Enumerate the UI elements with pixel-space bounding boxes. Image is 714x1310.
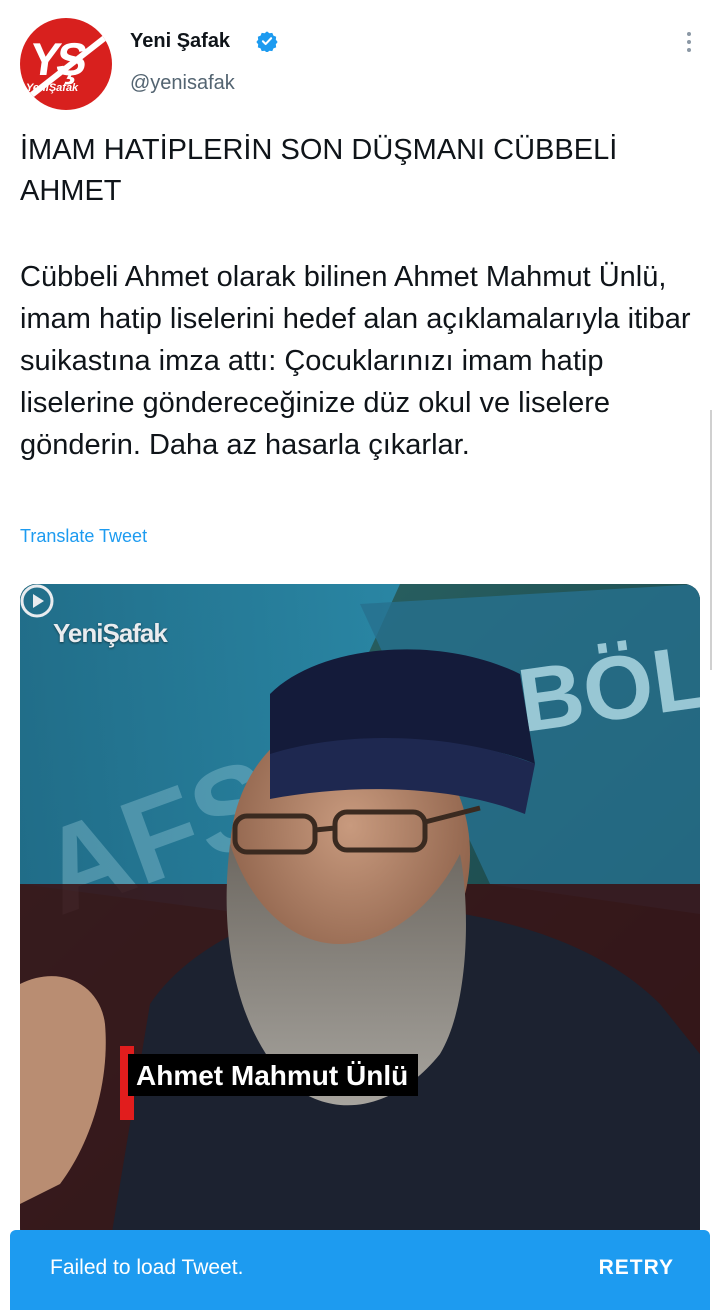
verified-badge-icon	[256, 31, 278, 52]
tweet-header: YŞ YeniŞafak Yeni Şafak @yenisafak	[20, 18, 700, 110]
scrollbar[interactable]	[710, 410, 712, 670]
video-frame: BÖL AFS	[20, 584, 700, 1244]
translate-tweet-link[interactable]: Translate Tweet	[20, 526, 147, 547]
more-options-icon[interactable]	[686, 32, 692, 56]
video-watermark: YeniŞafak	[53, 618, 168, 648]
avatar-brand-text: YeniŞafak	[26, 82, 79, 94]
author-name[interactable]: Yeni Şafak	[130, 30, 230, 53]
tweet-body: Cübbeli Ahmet olarak bilinen Ahmet Mahmu…	[20, 261, 691, 461]
video-player[interactable]: BÖL AFS YeniŞafak Ahmet Mahmut Ünlü	[20, 584, 700, 1244]
avatar-logo-text: YŞ	[26, 33, 88, 85]
lower-third-caption: Ahmet Mahmut Ünlü	[128, 1054, 419, 1096]
avatar[interactable]: YŞ YeniŞafak	[20, 18, 112, 110]
tweet-headline: İMAM HATİPLERİN SON DÜŞMANI CÜBBELİ AHME…	[20, 134, 618, 207]
error-toast: Failed to load Tweet. RETRY	[10, 1230, 710, 1310]
author-handle[interactable]: @yenisafak	[130, 72, 235, 95]
play-icon[interactable]	[20, 584, 54, 618]
retry-button[interactable]: RETRY	[599, 1256, 674, 1280]
toast-message: Failed to load Tweet.	[50, 1256, 244, 1279]
